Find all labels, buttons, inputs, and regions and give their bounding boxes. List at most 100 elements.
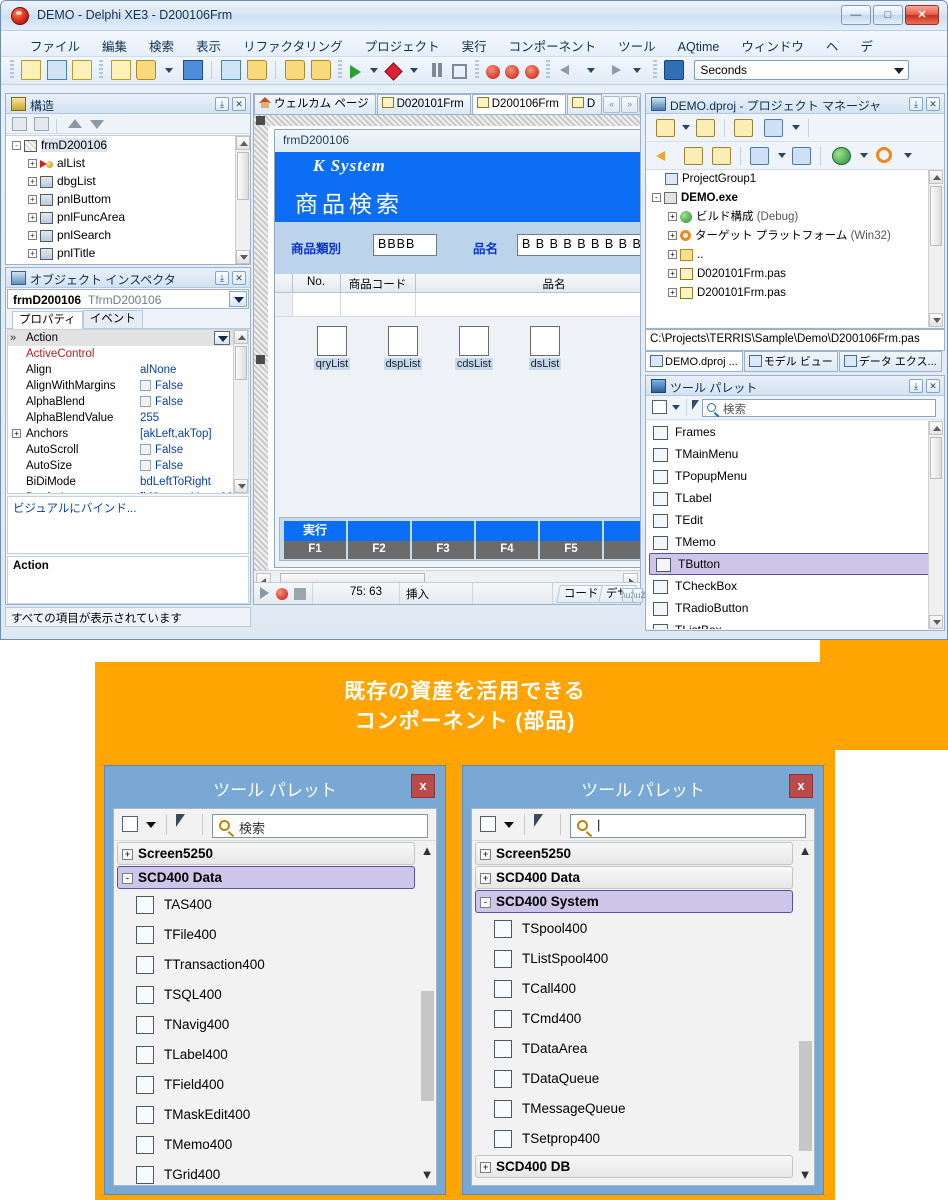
bind-visually-box[interactable]: ビジュアルにバインド... bbox=[7, 496, 249, 554]
tree-expander-icon[interactable]: + bbox=[668, 231, 677, 241]
editor-tab-ウェルカム ページ[interactable]: ウェルカム ページ bbox=[254, 94, 376, 114]
build-config-dropdown-icon[interactable] bbox=[860, 153, 868, 158]
palette-item-TListBox[interactable]: TListBox bbox=[647, 619, 943, 629]
inspector-tab-プロパティ[interactable]: プロパティ bbox=[12, 311, 83, 329]
collapse-all-icon[interactable] bbox=[12, 117, 27, 131]
new-icon[interactable] bbox=[21, 60, 42, 80]
property-row-BorderIcons[interactable]: + BorderIcons [biSystemMenu,biMinim bbox=[8, 490, 248, 493]
toolbar-gripper-5[interactable] bbox=[545, 60, 550, 80]
palette-item-TPopupMenu[interactable]: TPopupMenu bbox=[647, 465, 943, 487]
toolbar-gripper[interactable] bbox=[10, 60, 14, 80]
new-item-dropdown-icon[interactable] bbox=[682, 125, 690, 130]
menu-item-10[interactable]: ウィンドウ bbox=[730, 31, 815, 56]
tree-expander-icon[interactable]: + bbox=[28, 177, 37, 187]
tree-expander-icon[interactable]: + bbox=[28, 231, 37, 241]
menu-item-3[interactable]: 表示 bbox=[185, 31, 232, 56]
palette-item-TCheckBox[interactable]: TCheckBox bbox=[647, 575, 943, 597]
form-component-dspList[interactable]: dspList bbox=[374, 326, 432, 370]
new-file-icon[interactable] bbox=[110, 60, 131, 80]
palette-left-item-TFile400[interactable]: TFile400 bbox=[114, 920, 418, 950]
function-key-F4[interactable]: F4 bbox=[476, 521, 538, 559]
menu-item-9[interactable]: AQtime bbox=[667, 35, 731, 56]
dock-tab-DEMO.dproj ...[interactable]: DEMO.dproj ... bbox=[645, 351, 743, 372]
palette-right-item-TMessageQueue[interactable]: TMessageQueue bbox=[472, 1094, 796, 1124]
toolbar-gripper-4[interactable] bbox=[474, 60, 479, 80]
project-node-..[interactable]: +.. bbox=[647, 246, 943, 265]
palette-right-category-SCD400 DB[interactable]: + SCD400 DB bbox=[475, 1155, 793, 1178]
property-row-BiDiMode[interactable]: BiDiMode bdLeftToRight bbox=[8, 474, 248, 490]
run-dropdown-icon[interactable] bbox=[369, 67, 378, 73]
palette-left-scrollbar[interactable]: ▲ ▼ bbox=[418, 841, 436, 1185]
breakpoint-add-icon[interactable] bbox=[505, 64, 520, 79]
palette-left-scroll-up[interactable]: ▲ bbox=[418, 841, 436, 861]
palette-left-item-TNavig400[interactable]: TNavig400 bbox=[114, 1010, 418, 1040]
palette-item-TLabel[interactable]: TLabel bbox=[647, 487, 943, 509]
project-node-D020101Frm.pas[interactable]: + D020101Frm.pas bbox=[647, 265, 943, 284]
palette-right-item-TListSpool400[interactable]: TListSpool400 bbox=[472, 944, 796, 974]
palette-left-item-TSQL400[interactable]: TSQL400 bbox=[114, 980, 418, 1010]
menu-item-11[interactable]: ヘ bbox=[815, 31, 850, 56]
bind-visually-link[interactable]: ビジュアルにバインド... bbox=[13, 503, 136, 515]
build-order-icon[interactable] bbox=[750, 147, 769, 165]
palette-right-options-icon[interactable] bbox=[480, 816, 496, 832]
resize-handle-left[interactable] bbox=[256, 355, 265, 364]
property-value[interactable]: [akLeft,akTop] bbox=[140, 426, 232, 442]
expand-all-icon[interactable] bbox=[34, 117, 49, 131]
palette-item-TRadioButton[interactable]: TRadioButton bbox=[647, 597, 943, 619]
scroll-down-button[interactable] bbox=[929, 615, 943, 629]
property-value[interactable]: bdLeftToRight bbox=[140, 474, 232, 490]
palette-left-item-TTransaction400[interactable]: TTransaction400 bbox=[114, 950, 418, 980]
palette-right-pointer-icon[interactable] bbox=[534, 814, 543, 827]
structure-close-button[interactable]: ✕ bbox=[232, 97, 246, 111]
function-key-F2[interactable]: F2 bbox=[348, 521, 410, 559]
designed-form[interactable]: frmD200106 K System alList 商品検索 商品類別 BBB… bbox=[274, 129, 640, 568]
palette-left-close-button[interactable]: x bbox=[411, 774, 435, 798]
project-tree-scrollbar[interactable] bbox=[928, 170, 943, 327]
editor-nav-button-0[interactable]: « bbox=[603, 96, 621, 113]
property-grid-scrollbar[interactable] bbox=[233, 330, 248, 493]
palette-right-category-SCD400 System[interactable]: - SCD400 System bbox=[475, 890, 793, 913]
structure-scrollbar[interactable] bbox=[235, 136, 250, 264]
tree-expander-icon[interactable]: + bbox=[668, 212, 677, 222]
structure-node-alList[interactable]: + alList bbox=[6, 154, 250, 172]
property-value[interactable]: 255 bbox=[140, 410, 232, 426]
palette-options-icon[interactable] bbox=[652, 400, 667, 414]
view-icon[interactable] bbox=[764, 119, 783, 137]
palette-right-list[interactable]: + Screen5250 + SCD400 Data - SCD400 System TSp… bbox=[472, 841, 796, 1185]
palette-item-TButton[interactable]: TButton bbox=[649, 553, 941, 575]
remove-file-icon[interactable] bbox=[310, 60, 331, 80]
save-as-icon[interactable] bbox=[221, 60, 242, 80]
palette-left-scroll-thumb[interactable] bbox=[421, 991, 434, 1101]
tree-expander-icon[interactable]: - bbox=[652, 193, 661, 203]
maximize-button[interactable]: □ bbox=[873, 5, 903, 25]
palette-right-scrollbar[interactable]: ▲ ▼ bbox=[796, 841, 814, 1185]
palette-right-item-TSpool400[interactable]: TSpool400 bbox=[472, 914, 796, 944]
project-node-ターゲット プラットフォーム[interactable]: + ターゲット プラットフォーム (Win32) bbox=[647, 227, 943, 246]
structure-tree[interactable]: - frmD200106 + alList + dbgList + pnlButtom + pnl… bbox=[6, 135, 250, 264]
category-expander-icon[interactable]: + bbox=[480, 848, 491, 860]
project-tree[interactable]: ProjectGroup1 - DEMO.exe + ビルド構成 (Debug) + ターゲ… bbox=[647, 170, 943, 327]
tree-expander-icon[interactable]: + bbox=[668, 250, 677, 260]
inspector-tab-イベント[interactable]: イベント bbox=[82, 310, 143, 328]
structure-node-pnlTitle[interactable]: + pnlTitle bbox=[6, 244, 250, 262]
scroll-down-button[interactable] bbox=[236, 250, 250, 264]
palette-left-pointer-icon[interactable] bbox=[176, 814, 185, 827]
palette-left-options-icon[interactable] bbox=[122, 816, 138, 832]
palette-left-scroll-down[interactable]: ▼ bbox=[418, 1165, 436, 1185]
object-selector-combo[interactable]: frmD200106 TfrmD200106 bbox=[7, 289, 249, 309]
scroll-thumb[interactable] bbox=[237, 152, 249, 200]
tree-expander-icon[interactable]: + bbox=[28, 159, 37, 169]
property-expander-icon[interactable]: + bbox=[12, 429, 21, 438]
checkbox-icon[interactable] bbox=[140, 380, 151, 391]
property-row-AlignWithMargins[interactable]: AlignWithMargins False bbox=[8, 378, 248, 394]
category-expander-icon[interactable]: + bbox=[480, 1161, 491, 1173]
scroll-up-button[interactable] bbox=[234, 330, 248, 344]
function-key-slot5[interactable] bbox=[604, 521, 640, 559]
minimize-button[interactable]: — bbox=[841, 5, 871, 25]
stop-icon[interactable] bbox=[452, 63, 468, 79]
function-key-F5[interactable]: F5 bbox=[540, 521, 602, 559]
toolbar-gripper-2[interactable] bbox=[99, 60, 104, 80]
category-expander-icon[interactable]: - bbox=[122, 872, 133, 884]
checkbox-icon[interactable] bbox=[140, 444, 151, 455]
palette-left-item-TLabel400[interactable]: TLabel400 bbox=[114, 1040, 418, 1070]
